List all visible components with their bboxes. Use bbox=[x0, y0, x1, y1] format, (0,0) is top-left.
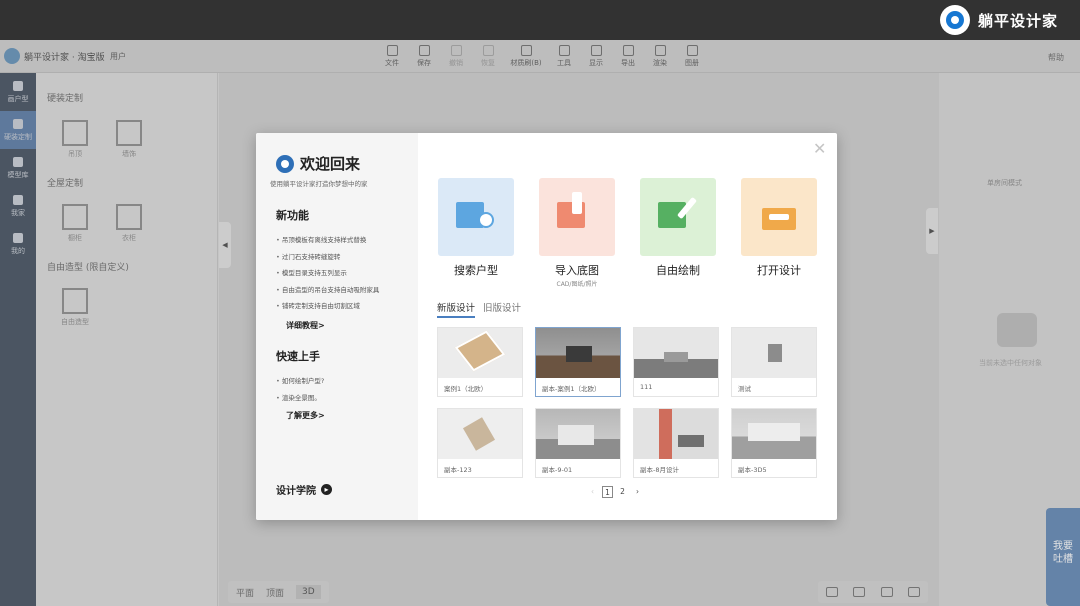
design-card[interactable]: 测试 bbox=[731, 327, 817, 397]
room-shape bbox=[664, 352, 688, 362]
design-card[interactable]: 副本-8月设计 bbox=[633, 408, 719, 478]
list-item: 自由造型的吊台支持自动吸附家具 bbox=[276, 284, 380, 301]
design-card[interactable]: 副本-9-01 bbox=[535, 408, 621, 478]
top-banner: 躺平设计家 bbox=[0, 0, 1080, 40]
academy-label: 设计学院 bbox=[276, 486, 316, 497]
design-thumbnail bbox=[634, 328, 718, 378]
room-shape bbox=[558, 425, 594, 445]
new-features-list: 吊顶模板有离线支持样式替换 过门石支持砖缝旋转 模型目录支持五列显示 自由造型的… bbox=[276, 234, 380, 317]
detail-tutorial-link[interactable]: 详细教程> bbox=[286, 320, 325, 331]
design-card[interactable]: 111 bbox=[633, 327, 719, 397]
action-sublabel: CAD/图纸/照片 bbox=[556, 281, 598, 288]
import-floorplan-button[interactable]: 导入底图 CAD/图纸/照片 bbox=[539, 178, 615, 288]
welcome-modal: 欢迎回来 使用躺平设计家打造你梦想中的家 新功能 吊顶模板有离线支持样式替换 过… bbox=[256, 133, 837, 520]
list-item: 铺砖定制支持自由切割区域 bbox=[276, 300, 379, 317]
design-thumbnail bbox=[732, 328, 816, 378]
design-name: 111 bbox=[640, 383, 653, 391]
brand-logo-icon bbox=[939, 5, 970, 35]
design-thumbnail bbox=[732, 409, 816, 459]
pagination: ‹ 1 2 › bbox=[587, 486, 643, 498]
search-floorplan-icon bbox=[438, 178, 514, 256]
design-thumbnail bbox=[438, 409, 522, 459]
floorplan-3d-shape bbox=[462, 417, 496, 451]
action-label: 导入底图 bbox=[555, 264, 599, 277]
action-label: 自由绘制 bbox=[656, 264, 700, 277]
room-shape bbox=[566, 346, 592, 362]
design-card[interactable]: 副本-案例1（北欧） bbox=[535, 327, 621, 397]
design-name: 副本-9-01 bbox=[542, 466, 573, 474]
tab-old-designs[interactable]: 旧版设计 bbox=[483, 300, 521, 318]
new-features-heading: 新功能 bbox=[276, 209, 309, 222]
free-draw-button[interactable]: 自由绘制 bbox=[640, 178, 716, 278]
design-thumbnail bbox=[634, 409, 718, 459]
page-2-button[interactable]: 2 bbox=[617, 486, 628, 498]
open-folder-icon bbox=[741, 178, 817, 256]
room-shape bbox=[748, 423, 800, 441]
list-item: 模型目录支持五列显示 bbox=[276, 267, 379, 284]
learn-more-link[interactable]: 了解更多> bbox=[286, 410, 325, 421]
action-label: 搜索户型 bbox=[454, 264, 498, 277]
prev-page-button[interactable]: ‹ bbox=[587, 486, 598, 498]
action-label: 打开设计 bbox=[757, 264, 801, 277]
list-item[interactable]: 渲染全景图。 bbox=[276, 392, 324, 409]
tab-new-designs[interactable]: 新版设计 bbox=[437, 300, 476, 318]
page-1-button[interactable]: 1 bbox=[602, 486, 613, 498]
arrow-right-icon: ▸ bbox=[321, 484, 332, 495]
next-page-button[interactable]: › bbox=[632, 486, 643, 498]
design-card[interactable]: 副本-3D5 bbox=[731, 408, 817, 478]
design-name: 副本-123 bbox=[444, 466, 472, 474]
import-image-icon bbox=[539, 178, 615, 256]
welcome-header: 欢迎回来 bbox=[276, 153, 360, 174]
modal-title: 欢迎回来 bbox=[300, 155, 361, 173]
design-name: 副本-3D5 bbox=[738, 466, 767, 474]
modal-sidebar: 欢迎回来 使用躺平设计家打造你梦想中的家 新功能 吊顶模板有离线支持样式替换 过… bbox=[256, 133, 418, 520]
design-thumbnail bbox=[536, 409, 620, 459]
design-academy-link[interactable]: 设计学院 ▸ bbox=[276, 482, 332, 497]
floorplan-3d-shape bbox=[454, 330, 506, 372]
design-thumbnail bbox=[438, 328, 522, 378]
close-icon[interactable]: ✕ bbox=[813, 141, 826, 157]
search-floorplan-button[interactable]: 搜索户型 bbox=[438, 178, 514, 278]
glyph-upload-arrow bbox=[572, 192, 582, 214]
list-item[interactable]: 如何绘制户型? bbox=[276, 375, 324, 392]
brand-logo-icon bbox=[276, 154, 294, 173]
open-design-button[interactable]: 打开设计 bbox=[741, 178, 817, 278]
room-shape bbox=[678, 435, 704, 447]
design-card[interactable]: 案例1（北欧） bbox=[437, 327, 523, 397]
glyph-slot bbox=[769, 214, 789, 220]
modal-subtitle: 使用躺平设计家打造你梦想中的家 bbox=[270, 180, 368, 188]
quick-start-heading: 快速上手 bbox=[276, 350, 320, 363]
design-name: 副本-案例1（北欧） bbox=[542, 385, 601, 393]
design-thumbnail bbox=[536, 328, 620, 378]
design-tabs: 新版设计 旧版设计 bbox=[437, 300, 521, 318]
list-item: 吊顶模板有离线支持样式替换 bbox=[276, 234, 379, 251]
design-card[interactable]: 副本-123 bbox=[437, 408, 523, 478]
free-draw-icon bbox=[640, 178, 716, 256]
design-name: 案例1（北欧） bbox=[444, 385, 488, 393]
list-item: 过门石支持砖缝旋转 bbox=[276, 251, 379, 268]
quick-start-list: 如何绘制户型? 渲染全景图。 bbox=[276, 375, 324, 408]
design-name: 测试 bbox=[738, 385, 751, 393]
glyph-magnifier bbox=[478, 212, 494, 228]
brand-name: 躺平设计家 bbox=[977, 11, 1058, 30]
floorplan-3d-shape bbox=[768, 344, 782, 362]
brand: 躺平设计家 bbox=[939, 5, 1058, 35]
design-name: 副本-8月设计 bbox=[640, 466, 679, 474]
